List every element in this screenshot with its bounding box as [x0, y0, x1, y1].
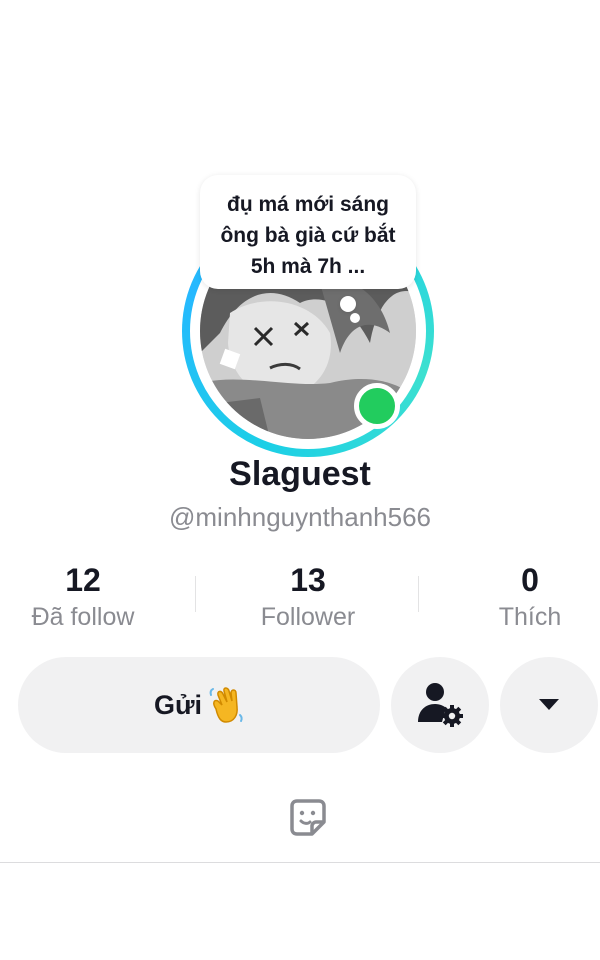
- bubble-tail: [340, 296, 356, 312]
- profile-note-text: đụ má mới sáng ông bà già cứ bắt 5h mà 7…: [220, 193, 396, 278]
- stat-following-label: Đã follow: [31, 603, 135, 631]
- profile-page: đụ má mới sáng ông bà già cứ bắt 5h mà 7…: [0, 0, 600, 960]
- stat-likes-label: Thích: [498, 603, 562, 631]
- online-status-dot: [354, 383, 400, 429]
- sticker-icon: [286, 796, 330, 845]
- send-message-button[interactable]: Gửi: [18, 657, 380, 753]
- person-settings-icon: [416, 680, 464, 731]
- profile-note-bubble[interactable]: đụ má mới sáng ông bà già cứ bắt 5h mà 7…: [200, 175, 416, 289]
- display-name: Slaguest: [229, 455, 371, 493]
- stat-divider: [418, 576, 419, 612]
- tab-divider: [0, 862, 600, 863]
- stat-divider: [195, 576, 196, 612]
- more-dropdown-button[interactable]: [500, 657, 598, 753]
- stat-followers-label: Follower: [260, 603, 356, 631]
- triangle-down-icon: [537, 696, 561, 715]
- person-settings-button[interactable]: [391, 657, 489, 753]
- stat-likes-value: 0: [521, 562, 539, 598]
- stat-following[interactable]: 12 Đã follow: [0, 560, 178, 634]
- username: @minhnguynthanh566: [168, 502, 432, 532]
- send-message-label: Gửi: [153, 689, 203, 720]
- stat-following-value: 12: [65, 562, 101, 598]
- tab-stickers[interactable]: [280, 792, 336, 848]
- stat-followers-value: 13: [290, 562, 326, 598]
- waving-hand-icon: [208, 685, 244, 725]
- stat-likes[interactable]: 0 Thích: [435, 560, 600, 634]
- stat-followers[interactable]: 13 Follower: [213, 560, 403, 634]
